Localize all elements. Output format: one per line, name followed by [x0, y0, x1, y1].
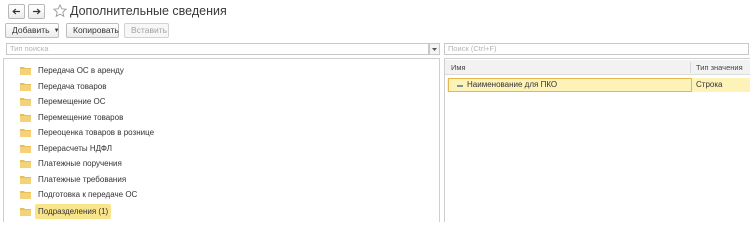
chevron-down-icon: [432, 47, 437, 51]
column-header-name[interactable]: Имя: [447, 60, 466, 75]
add-button[interactable]: Добавить ▼: [5, 23, 60, 38]
copy-button[interactable]: Копировать: [66, 23, 119, 38]
folder-icon: [20, 129, 31, 137]
folder-icon: [20, 67, 31, 75]
cell-name[interactable]: Наименование для ПКО: [448, 78, 692, 92]
tree-item-label: Передача ОС в аренду: [38, 66, 124, 75]
folder-icon: [20, 176, 31, 184]
tree-item-label: Подразделения (1): [35, 204, 112, 219]
cell-type[interactable]: Строка: [696, 78, 722, 92]
tree-search-dropdown[interactable]: [429, 43, 440, 55]
cell-name-text: Наименование для ПКО: [467, 80, 558, 89]
forward-button[interactable]: [28, 4, 45, 19]
arrow-left-icon: [12, 8, 20, 15]
folder-icon: [20, 145, 31, 153]
grid-panel: Имя Тип значения Наименование для ПКО Ст…: [444, 58, 750, 222]
grid-header: Имя Тип значения: [445, 60, 750, 75]
paste-button[interactable]: Вставить: [124, 23, 169, 38]
folder-icon: [20, 98, 31, 106]
tree-item-label: Подготовка к передаче ОС: [38, 190, 138, 199]
tree-item-label: Переоценка товаров в рознице: [38, 128, 155, 137]
tree-search-input[interactable]: Тип поиска: [6, 43, 429, 55]
star-icon[interactable]: [52, 3, 68, 19]
attribute-icon: [457, 85, 463, 87]
folder-icon: [20, 83, 31, 91]
column-separator[interactable]: [690, 62, 691, 73]
folder-icon: [20, 160, 31, 168]
tree-item-label: Перемещение ОС: [38, 97, 106, 106]
page-title: Дополнительные сведения: [70, 4, 227, 18]
tree-item-label: Платежные требования: [38, 175, 127, 184]
back-button[interactable]: [8, 4, 25, 19]
tree-item-label: Платежные поручения: [38, 159, 122, 168]
folder-icon: [20, 114, 31, 122]
folder-icon: [20, 208, 31, 216]
chevron-down-icon: ▼: [53, 28, 60, 34]
tree-item-label: Перемещение товаров: [38, 113, 124, 122]
grid-search-input[interactable]: Поиск (Ctrl+F): [444, 43, 749, 55]
tree-item-label: Передача товаров: [38, 82, 107, 91]
arrow-right-icon: [33, 8, 41, 15]
column-header-type[interactable]: Тип значения: [692, 60, 743, 75]
tree-panel: Передача ОС в аренду Передача товаров Пе…: [3, 58, 440, 222]
add-button-label: Добавить: [12, 25, 50, 35]
folder-icon: [20, 191, 31, 199]
tree-item-label: Перерасчеты НДФЛ: [38, 144, 112, 153]
table-row[interactable]: Наименование для ПКО Строка: [447, 78, 750, 92]
